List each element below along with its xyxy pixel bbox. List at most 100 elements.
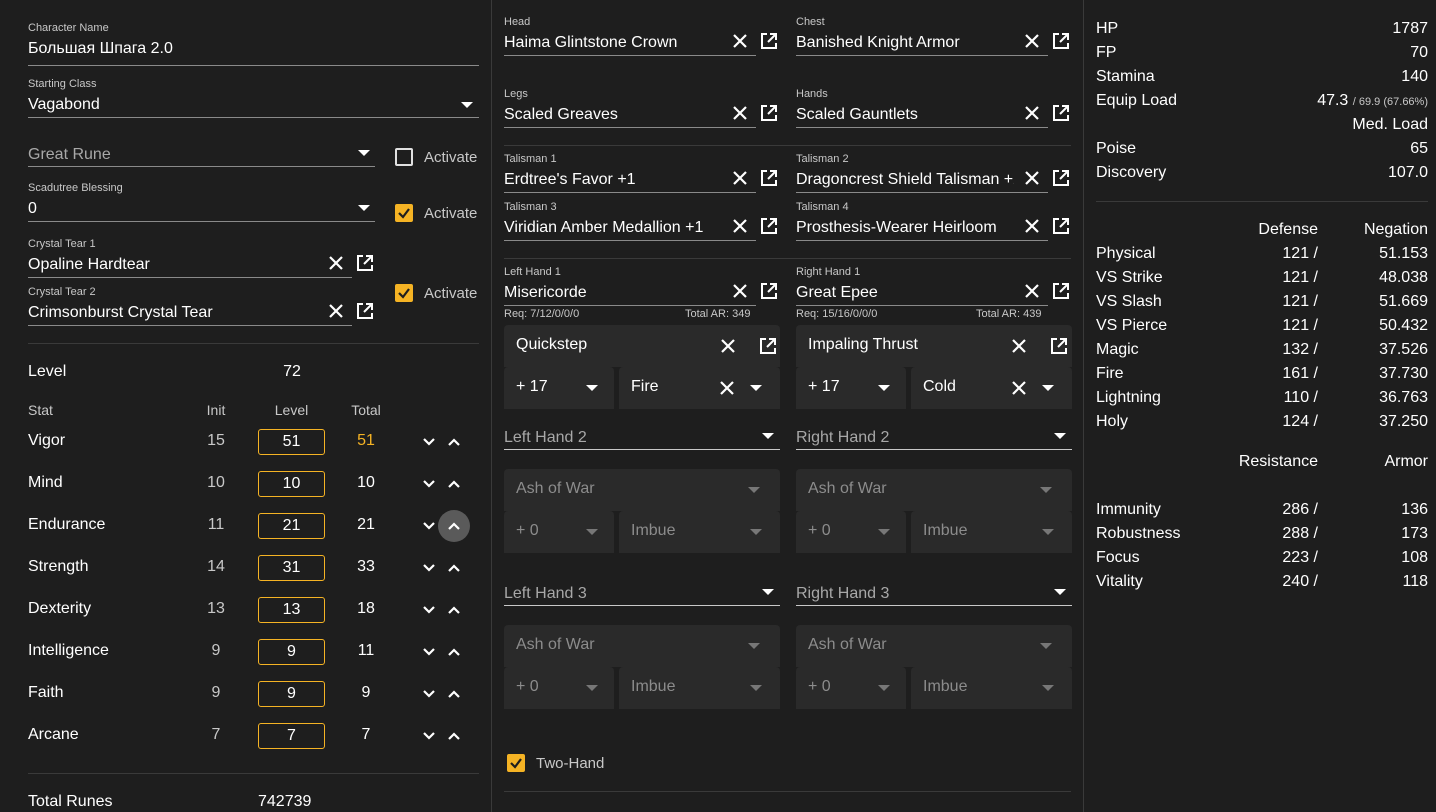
character-name-input[interactable]: Большая Шпага 2.0 [28,40,478,58]
open-external-icon[interactable] [1050,337,1068,355]
close-icon[interactable] [730,216,750,236]
chevron-up-icon[interactable] [446,728,462,744]
chevron-down-icon[interactable] [461,102,473,108]
scadutree-activate-checkbox[interactable] [395,204,413,222]
left-hand-2-upgrade-select[interactable]: + 0 [504,511,614,553]
open-external-icon[interactable] [1052,104,1070,122]
close-icon[interactable] [717,378,737,398]
chevron-down-icon[interactable] [1054,433,1066,439]
close-icon[interactable] [326,253,346,273]
right-hand-1-ash-of-war-select[interactable]: Impaling Thrust [796,325,1072,367]
chevron-down-icon[interactable] [421,644,437,660]
stat-level-input[interactable]: 13 [258,597,325,623]
hands-input[interactable]: Scaled Gauntlets [796,106,1014,124]
two-hand-checkbox[interactable] [507,754,525,772]
chevron-down-icon[interactable] [421,686,437,702]
crystal-tear-2-input[interactable]: Crimsonburst Crystal Tear [28,304,318,322]
open-external-icon[interactable] [356,302,374,320]
close-icon[interactable] [1022,31,1042,51]
open-external-icon[interactable] [356,254,374,272]
chevron-down-icon[interactable] [421,602,437,618]
chevron-up-icon[interactable] [446,518,462,534]
right-hand-3-imbue-select[interactable]: Imbue [911,667,1072,709]
open-external-icon[interactable] [760,282,778,300]
chevron-down-icon[interactable] [1054,589,1066,595]
open-external-icon[interactable] [760,217,778,235]
close-icon[interactable] [718,336,738,356]
right-hand-1-upgrade-select[interactable]: + 17 [796,367,906,409]
stat-level-input[interactable]: 9 [258,639,325,665]
right-hand-3-ash-of-war-select[interactable]: Ash of War [796,625,1072,667]
tal1-input[interactable]: Erdtree's Favor +1 [504,171,722,189]
open-external-icon[interactable] [759,337,777,355]
tal4-input[interactable]: Prosthesis-Wearer Heirloom [796,219,1014,237]
chevron-up-icon[interactable] [446,560,462,576]
chevron-down-icon[interactable] [421,560,437,576]
open-external-icon[interactable] [1052,169,1070,187]
right-hand-2-upgrade-select[interactable]: + 0 [796,511,906,553]
left-hand-3-imbue-select[interactable]: Imbue [619,667,780,709]
left-hand-3-select[interactable]: Left Hand 3 [504,585,587,603]
close-icon[interactable] [1009,336,1029,356]
right-hand-2-select[interactable]: Right Hand 2 [796,429,889,447]
left-hand-1-affinity-select[interactable]: Fire [619,367,780,409]
left-hand-3-ash-of-war-select[interactable]: Ash of War [504,625,780,667]
lh1-input[interactable]: Misericorde [504,284,722,302]
left-hand-1-ash-of-war-select[interactable]: Quickstep [504,325,780,367]
stat-level-input[interactable]: 51 [258,429,325,455]
close-icon[interactable] [1022,216,1042,236]
tal2-input[interactable]: Dragoncrest Shield Talisman +2 [796,171,1014,189]
chevron-down-icon[interactable] [421,434,437,450]
right-hand-3-select[interactable]: Right Hand 3 [796,585,889,603]
starting-class-select[interactable]: Vagabond [28,96,448,114]
chevron-down-icon[interactable] [421,518,437,534]
close-icon[interactable] [1022,281,1042,301]
open-external-icon[interactable] [760,104,778,122]
close-icon[interactable] [730,281,750,301]
left-hand-2-ash-of-war-select[interactable]: Ash of War [504,469,780,511]
open-external-icon[interactable] [1052,282,1070,300]
chevron-down-icon[interactable] [358,150,370,156]
left-hand-2-select[interactable]: Left Hand 2 [504,429,587,447]
close-icon[interactable] [1022,168,1042,188]
chevron-down-icon[interactable] [421,728,437,744]
left-hand-1-upgrade-select[interactable]: + 17 [504,367,614,409]
chevron-down-icon[interactable] [762,589,774,595]
right-hand-2-ash-of-war-select[interactable]: Ash of War [796,469,1072,511]
open-external-icon[interactable] [1052,217,1070,235]
open-external-icon[interactable] [1052,32,1070,50]
chevron-up-icon[interactable] [446,476,462,492]
right-hand-3-upgrade-select[interactable]: + 0 [796,667,906,709]
right-hand-2-imbue-select[interactable]: Imbue [911,511,1072,553]
scadutree-select[interactable]: 0 [28,200,348,218]
left-hand-2-imbue-select[interactable]: Imbue [619,511,780,553]
chevron-down-icon[interactable] [358,205,370,211]
rh1-input[interactable]: Great Epee [796,284,1014,302]
chevron-up-icon[interactable] [446,686,462,702]
chevron-up-icon[interactable] [446,434,462,450]
close-icon[interactable] [730,31,750,51]
chevron-down-icon[interactable] [762,433,774,439]
head-input[interactable]: Haima Glintstone Crown [504,34,722,52]
stat-level-input[interactable]: 21 [258,513,325,539]
crystal-tear-1-input[interactable]: Opaline Hardtear [28,256,318,274]
open-external-icon[interactable] [760,32,778,50]
stat-level-input[interactable]: 31 [258,555,325,581]
chevron-up-icon[interactable] [446,644,462,660]
chevron-up-icon[interactable] [446,602,462,618]
legs-input[interactable]: Scaled Greaves [504,106,722,124]
chevron-down-icon[interactable] [421,476,437,492]
great-rune-select[interactable]: Great Rune [28,146,348,164]
chest-input[interactable]: Banished Knight Armor [796,34,1014,52]
close-icon[interactable] [1022,103,1042,123]
left-hand-3-upgrade-select[interactable]: + 0 [504,667,614,709]
close-icon[interactable] [730,103,750,123]
stat-level-input[interactable]: 9 [258,681,325,707]
right-hand-1-affinity-select[interactable]: Cold [911,367,1072,409]
close-icon[interactable] [730,168,750,188]
open-external-icon[interactable] [760,169,778,187]
tal3-input[interactable]: Viridian Amber Medallion +1 [504,219,722,237]
crystal-tears-activate-checkbox[interactable] [395,284,413,302]
stat-level-input[interactable]: 10 [258,471,325,497]
stat-level-input[interactable]: 7 [258,723,325,749]
